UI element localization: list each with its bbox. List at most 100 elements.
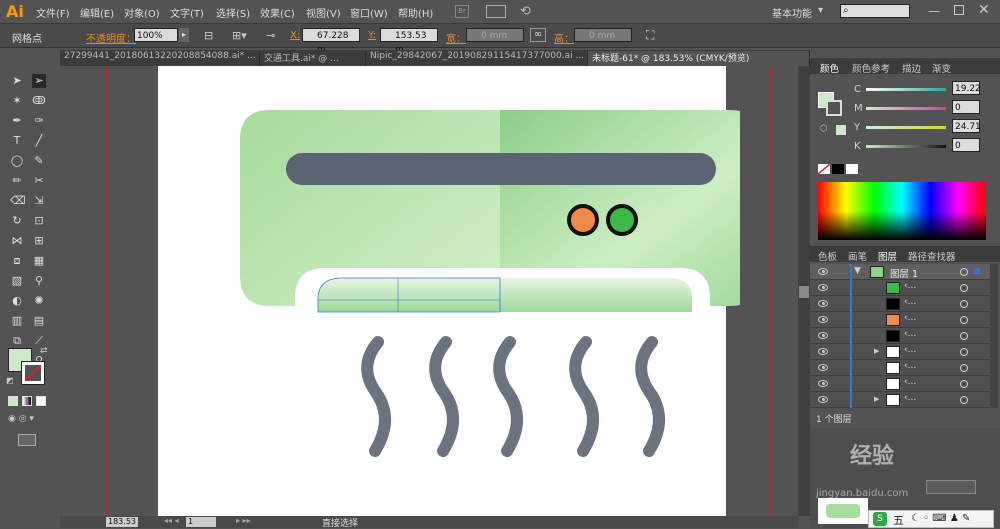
workspace-switcher[interactable]: 基本功能 [772,5,812,20]
gradient-mode-icon[interactable] [22,396,32,406]
disclosure-triangle-icon[interactable]: ▼ [854,266,861,276]
pen-tool-icon[interactable]: ✒ [10,114,24,128]
channel-c-slider[interactable] [866,88,946,91]
menu-file[interactable]: 文件(F) [36,5,70,20]
eye-icon[interactable] [818,284,828,291]
column-graph-icon[interactable]: ▤ [32,314,46,328]
menu-edit[interactable]: 编辑(E) [80,5,114,20]
gradient-tool-icon[interactable]: ▧ [10,274,24,288]
close-button[interactable]: ✕ [978,2,990,18]
black-swatch[interactable] [832,164,844,174]
ime-punct-icon[interactable]: ☾ ◦ ⌨ ♟ ✎ [911,513,970,524]
symbol-sprayer-icon[interactable]: ✺ [32,294,46,308]
curvature-tool-icon[interactable]: ✑ [32,114,46,128]
eye-icon[interactable] [818,316,828,323]
layer-row[interactable]: ‹... [810,312,990,328]
y-field[interactable]: 153.53 m [380,28,438,55]
transform-icon[interactable]: ⛶ [646,28,654,43]
direct-selection-tool-icon[interactable]: ➢ [32,74,46,88]
target-icon[interactable] [960,380,968,388]
layer-row[interactable]: ‹... [810,376,990,392]
out-of-gamut-icon[interactable]: ⬡ [820,124,828,134]
arrange-documents-icon[interactable] [486,5,506,18]
ellipse-tool-icon[interactable]: ◯ [10,154,24,168]
menu-type[interactable]: 文字(T) [170,5,204,20]
selection-tool-icon[interactable]: ➤ [10,74,24,88]
tab-stroke[interactable]: 描边 [902,61,921,75]
layer-row-main[interactable]: ▼ 图层 1 [810,264,990,280]
eye-icon[interactable] [818,396,828,403]
tab-document-active[interactable]: 未标题-61* @ 183.53% (CMYK/预览) [588,51,810,66]
web-safe-swatch[interactable] [836,125,846,135]
width-tool-icon[interactable]: ⋈ [10,234,24,248]
magic-wand-icon[interactable]: ✶ [10,94,24,108]
blend-tool-icon[interactable]: ◐ [10,294,24,308]
maximize-button[interactable] [954,5,964,15]
type-tool-icon[interactable]: T [10,134,24,148]
artboard-tool-icon[interactable]: ⧉ [10,334,24,348]
tab-color-guide[interactable]: 颜色参考 [852,61,890,75]
menu-view[interactable]: 视图(V) [306,5,341,20]
layer-row[interactable]: ‹... [810,280,990,296]
channel-y-slider[interactable] [866,126,946,129]
channel-c-field[interactable]: 19.22 [952,81,981,95]
scissors-icon[interactable]: ✂ [32,174,46,188]
channel-m-field[interactable]: 0 [952,100,980,114]
channel-k-slider[interactable] [866,145,946,148]
target-icon[interactable] [960,348,968,356]
eye-icon[interactable] [818,332,828,339]
layer-row[interactable]: ‹... [810,296,990,312]
draw-mode-icon[interactable]: ◉ ◎ ▾ [8,414,42,426]
menu-window[interactable]: 窗口(W) [350,5,388,20]
expand-triangle-icon[interactable]: ▶ [874,395,879,403]
tab-brushes[interactable]: 画笔 [848,249,867,263]
chevron-right-icon[interactable]: ▸ [179,28,189,42]
tab-document-1[interactable]: 27299441_20180613220208854088.ai* ... [60,51,260,66]
target-icon[interactable] [960,316,968,324]
color-mode-icon[interactable] [8,396,18,406]
menu-effect[interactable]: 效果(C) [260,5,295,20]
expand-triangle-icon[interactable]: ▶ [874,347,879,355]
make-mask-button[interactable] [926,480,976,494]
paintbrush-icon[interactable]: ✎ [32,154,46,168]
convert-anchor-icon[interactable]: ⊟ [204,29,213,42]
lasso-icon[interactable]: ↂ [32,94,46,108]
graph-tool-icon[interactable]: ▥ [10,314,24,328]
shape-builder-icon[interactable]: ⊞ [32,234,46,248]
search-input[interactable]: ⌕ [840,4,910,18]
default-colors-icon[interactable]: ◩ [6,376,14,385]
scroll-thumb[interactable] [799,286,809,298]
anchor-handle-icon[interactable]: ⊸ [266,29,275,42]
color-spectrum[interactable] [818,182,986,240]
gpu-icon[interactable]: ⟲ [520,4,531,19]
eye-icon[interactable] [818,348,828,355]
channel-y-field[interactable]: 24.71 [952,119,981,133]
white-swatch[interactable] [846,164,858,174]
none-mode-icon[interactable] [36,396,46,406]
target-icon[interactable] [960,332,968,340]
layer-name[interactable]: 图层 1 [890,266,918,280]
eye-icon[interactable] [818,300,828,307]
tab-gradient[interactable]: 渐变 [932,61,951,75]
zoom-field[interactable]: 183.53 [106,517,138,527]
opacity-label[interactable]: 不透明度： [86,30,136,45]
bridge-icon[interactable]: Br [455,5,469,18]
tab-document-3[interactable]: Nipic_29842067_20190829115417377000.ai .… [366,51,588,66]
screen-mode-icon[interactable] [18,434,36,446]
page-field[interactable]: 1 [186,517,216,527]
menu-object[interactable]: 对象(O) [124,5,160,20]
eyedropper-icon[interactable]: ⚲ [32,274,46,288]
layer-row[interactable]: ‹... [810,328,990,344]
swap-fill-stroke-icon[interactable]: ⇄ [40,346,48,356]
pencil-tool-icon[interactable]: ✏ [10,174,24,188]
opacity-field[interactable]: 100% [134,28,178,42]
tab-color[interactable]: 颜色 [820,61,839,75]
layer-row[interactable]: ▶ ‹... [810,344,990,360]
color-stroke-swatch[interactable] [826,100,842,116]
tab-document-2[interactable]: 交通工具.ai* @ ... [260,51,366,66]
line-tool-icon[interactable]: ╱ [32,134,46,148]
w-field[interactable]: 0 mm [466,28,524,42]
tab-layers[interactable]: 图层 [878,249,897,263]
ime-logo-icon[interactable]: S [873,512,887,526]
perspective-grid-icon[interactable]: ⧈ [10,254,24,268]
